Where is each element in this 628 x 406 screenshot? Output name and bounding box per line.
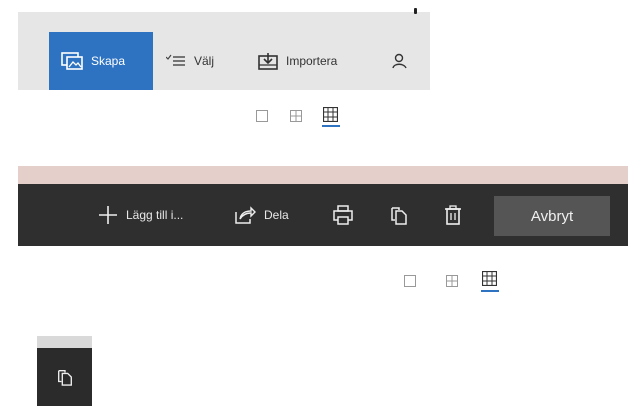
single-view-icon xyxy=(256,110,268,122)
view-many-bottom[interactable] xyxy=(481,270,498,291)
many-grid-view-icon xyxy=(481,270,498,287)
four-grid-view-icon xyxy=(446,275,458,287)
trash-icon xyxy=(445,205,461,225)
many-grid-view-icon xyxy=(322,106,339,123)
add-to-button[interactable]: Lägg till i... xyxy=(98,184,183,246)
share-button[interactable]: Dela xyxy=(234,184,289,246)
copy-icon xyxy=(57,370,72,386)
cancel-button[interactable]: Avbryt xyxy=(494,196,610,236)
view-single-top[interactable] xyxy=(256,109,268,127)
import-icon xyxy=(258,53,278,70)
select-list-icon xyxy=(166,54,185,66)
print-icon xyxy=(333,205,353,225)
four-grid-view-icon xyxy=(290,110,302,122)
background-band xyxy=(18,166,628,184)
view-many-top[interactable] xyxy=(322,106,339,127)
delete-button[interactable] xyxy=(444,184,462,246)
add-to-label: Lägg till i... xyxy=(126,208,184,222)
select-button[interactable]: Välj xyxy=(166,32,214,90)
account-button[interactable] xyxy=(392,32,408,90)
view-selected-indicator-top xyxy=(322,125,340,127)
view-selected-indicator-bottom xyxy=(481,290,499,292)
print-button[interactable] xyxy=(332,184,354,246)
person-icon xyxy=(392,53,407,69)
view-single-bottom[interactable] xyxy=(404,274,416,292)
select-label: Välj xyxy=(194,54,215,68)
single-view-icon xyxy=(404,275,416,287)
copy-tile-button[interactable] xyxy=(37,348,92,406)
import-label: Importera xyxy=(286,54,338,68)
import-button[interactable]: Importera xyxy=(258,32,337,90)
share-label: Dela xyxy=(264,208,289,222)
create-label: Skapa xyxy=(91,54,126,68)
view-four-top[interactable] xyxy=(290,109,302,127)
view-four-bottom[interactable] xyxy=(446,274,458,292)
copy-button[interactable] xyxy=(389,184,409,246)
image-create-icon xyxy=(61,52,83,70)
plus-icon xyxy=(99,206,117,224)
share-icon xyxy=(235,206,256,224)
create-button[interactable]: Skapa xyxy=(49,32,153,90)
tile-header xyxy=(37,336,92,348)
copy-icon xyxy=(391,207,407,225)
window-mark xyxy=(414,8,417,14)
